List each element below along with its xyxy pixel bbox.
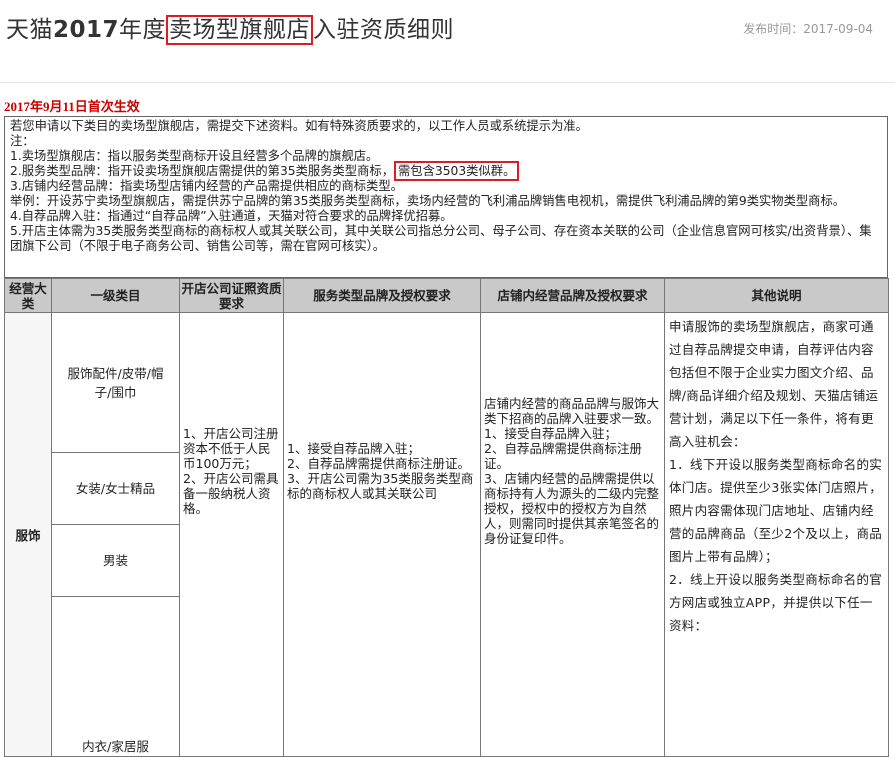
company-req-cell: 1、开店公司注册资本不低于人民币100万元； 2、开店公司需具备一般纳税人资格。 (179, 312, 284, 757)
header-cell: 一级类目 (51, 278, 180, 313)
other-notes-text: 申请服饰的卖场型旗舰店，商家可通过自荐品牌提交申请，自荐评估内容包括但不限于企业… (669, 319, 883, 633)
notes-label: 注： (10, 134, 35, 148)
store-brand-req-cell: 店铺内经营的商品品牌与服饰大类下招商的品牌入驻要求一致。 1、接受自荐品牌入驻；… (480, 312, 665, 757)
title-prefix: 天猫 (6, 17, 53, 43)
subcategory-cell: 女装/女士精品 (51, 452, 180, 525)
title-highlight: 卖场型旗舰店 (166, 15, 314, 45)
other-notes-cell: 申请服饰的卖场型旗舰店，商家可通过自荐品牌提交申请，自荐评估内容包括但不限于企业… (664, 312, 889, 757)
title-suffix: 入驻资质细则 (313, 17, 455, 43)
table-header-row: 经营大类 一级类目 开店公司证照资质要求 服务类型品牌及授权要求 店铺内经营品牌… (4, 278, 889, 313)
title-year: 2017 (53, 17, 120, 43)
category-cell: 服饰 (4, 312, 52, 757)
table-row: 服饰 服饰配件/皮带/帽子/围巾 1、开店公司注册资本不低于人民币100万元； … (4, 312, 889, 757)
service-brand-req-cell: 1、接受自荐品牌入驻； 2、自荐品牌需提供商标注册证。 3、开店公司需为35类服… (283, 312, 481, 757)
notes-intro: 若您申请以下类目的卖场型旗舰店，需提交下述资料。如有特殊资质要求的，以工作人员或… (10, 119, 588, 133)
header-cell: 服务类型品牌及授权要求 (283, 278, 481, 313)
notes-item-4: 4.自荐品牌入驻：指通过“自荐品牌”入驻通道，天猫对符合要求的品牌择优招募。 (10, 209, 453, 223)
header-cell: 开店公司证照资质要求 (179, 278, 284, 313)
header-cell: 经营大类 (4, 278, 52, 313)
effective-date: 2017年9月11日首次生效 (4, 99, 140, 114)
subcategory-cell: 内衣/家居服 (51, 596, 180, 757)
service-brand-req-text: 1、接受自荐品牌入驻； 2、自荐品牌需提供商标注册证。 3、开店公司需为35类服… (287, 440, 474, 501)
header-cell: 其他说明 (664, 278, 889, 313)
publish-date: 发布时间：2017-09-04 (743, 22, 873, 36)
company-req-text: 1、开店公司注册资本不低于人民币100万元； 2、开店公司需具备一般纳税人资格。 (183, 425, 279, 516)
notes-box: 若您申请以下类目的卖场型旗舰店，需提交下述资料。如有特殊资质要求的，以工作人员或… (4, 116, 888, 278)
subcategory-cell: 服饰配件/皮带/帽子/围巾 (51, 312, 180, 453)
page-title: 天猫2017年度 卖场型旗舰店 入驻资质细则 (6, 10, 455, 45)
notes-item-5: 5.开店主体需为35类服务类型商标的商标权人或其关联公司，其中关联公司指总分公司… (10, 224, 872, 253)
title-mid: 年度 (119, 17, 167, 43)
subcategory-cell: 男装 (51, 524, 180, 597)
store-brand-req-text: 店铺内经营的商品品牌与服饰大类下招商的品牌入驻要求一致。 1、接受自荐品牌入驻；… (484, 395, 660, 546)
notes-item-2-highlight: 需包含3503类似群。 (394, 161, 520, 181)
page-header: 天猫2017年度 卖场型旗舰店 入驻资质细则 发布时间：2017-09-04 (0, 0, 895, 58)
header-cell: 店铺内经营品牌及授权要求 (480, 278, 665, 313)
notes-item-2: 2.服务类型品牌：指开设卖场型旗舰店需提供的第35类服务类型商标， 需包含3503… (10, 161, 882, 181)
notes-item-2-text: 2.服务类型品牌：指开设卖场型旗舰店需提供的第35类服务类型商标， (10, 164, 394, 178)
notes-example: 举例：开设苏宁卖场型旗舰店，需提供苏宁品牌的第35类服务类型商标，卖场内经营的飞… (10, 194, 846, 208)
requirements-table: 经营大类 一级类目 开店公司证照资质要求 服务类型品牌及授权要求 店铺内经营品牌… (4, 278, 889, 757)
notes-item-3: 3.店铺内经营品牌：指卖场型店铺内经营的产品需提供相应的商标类型。 (10, 179, 403, 193)
header-divider (0, 82, 895, 83)
